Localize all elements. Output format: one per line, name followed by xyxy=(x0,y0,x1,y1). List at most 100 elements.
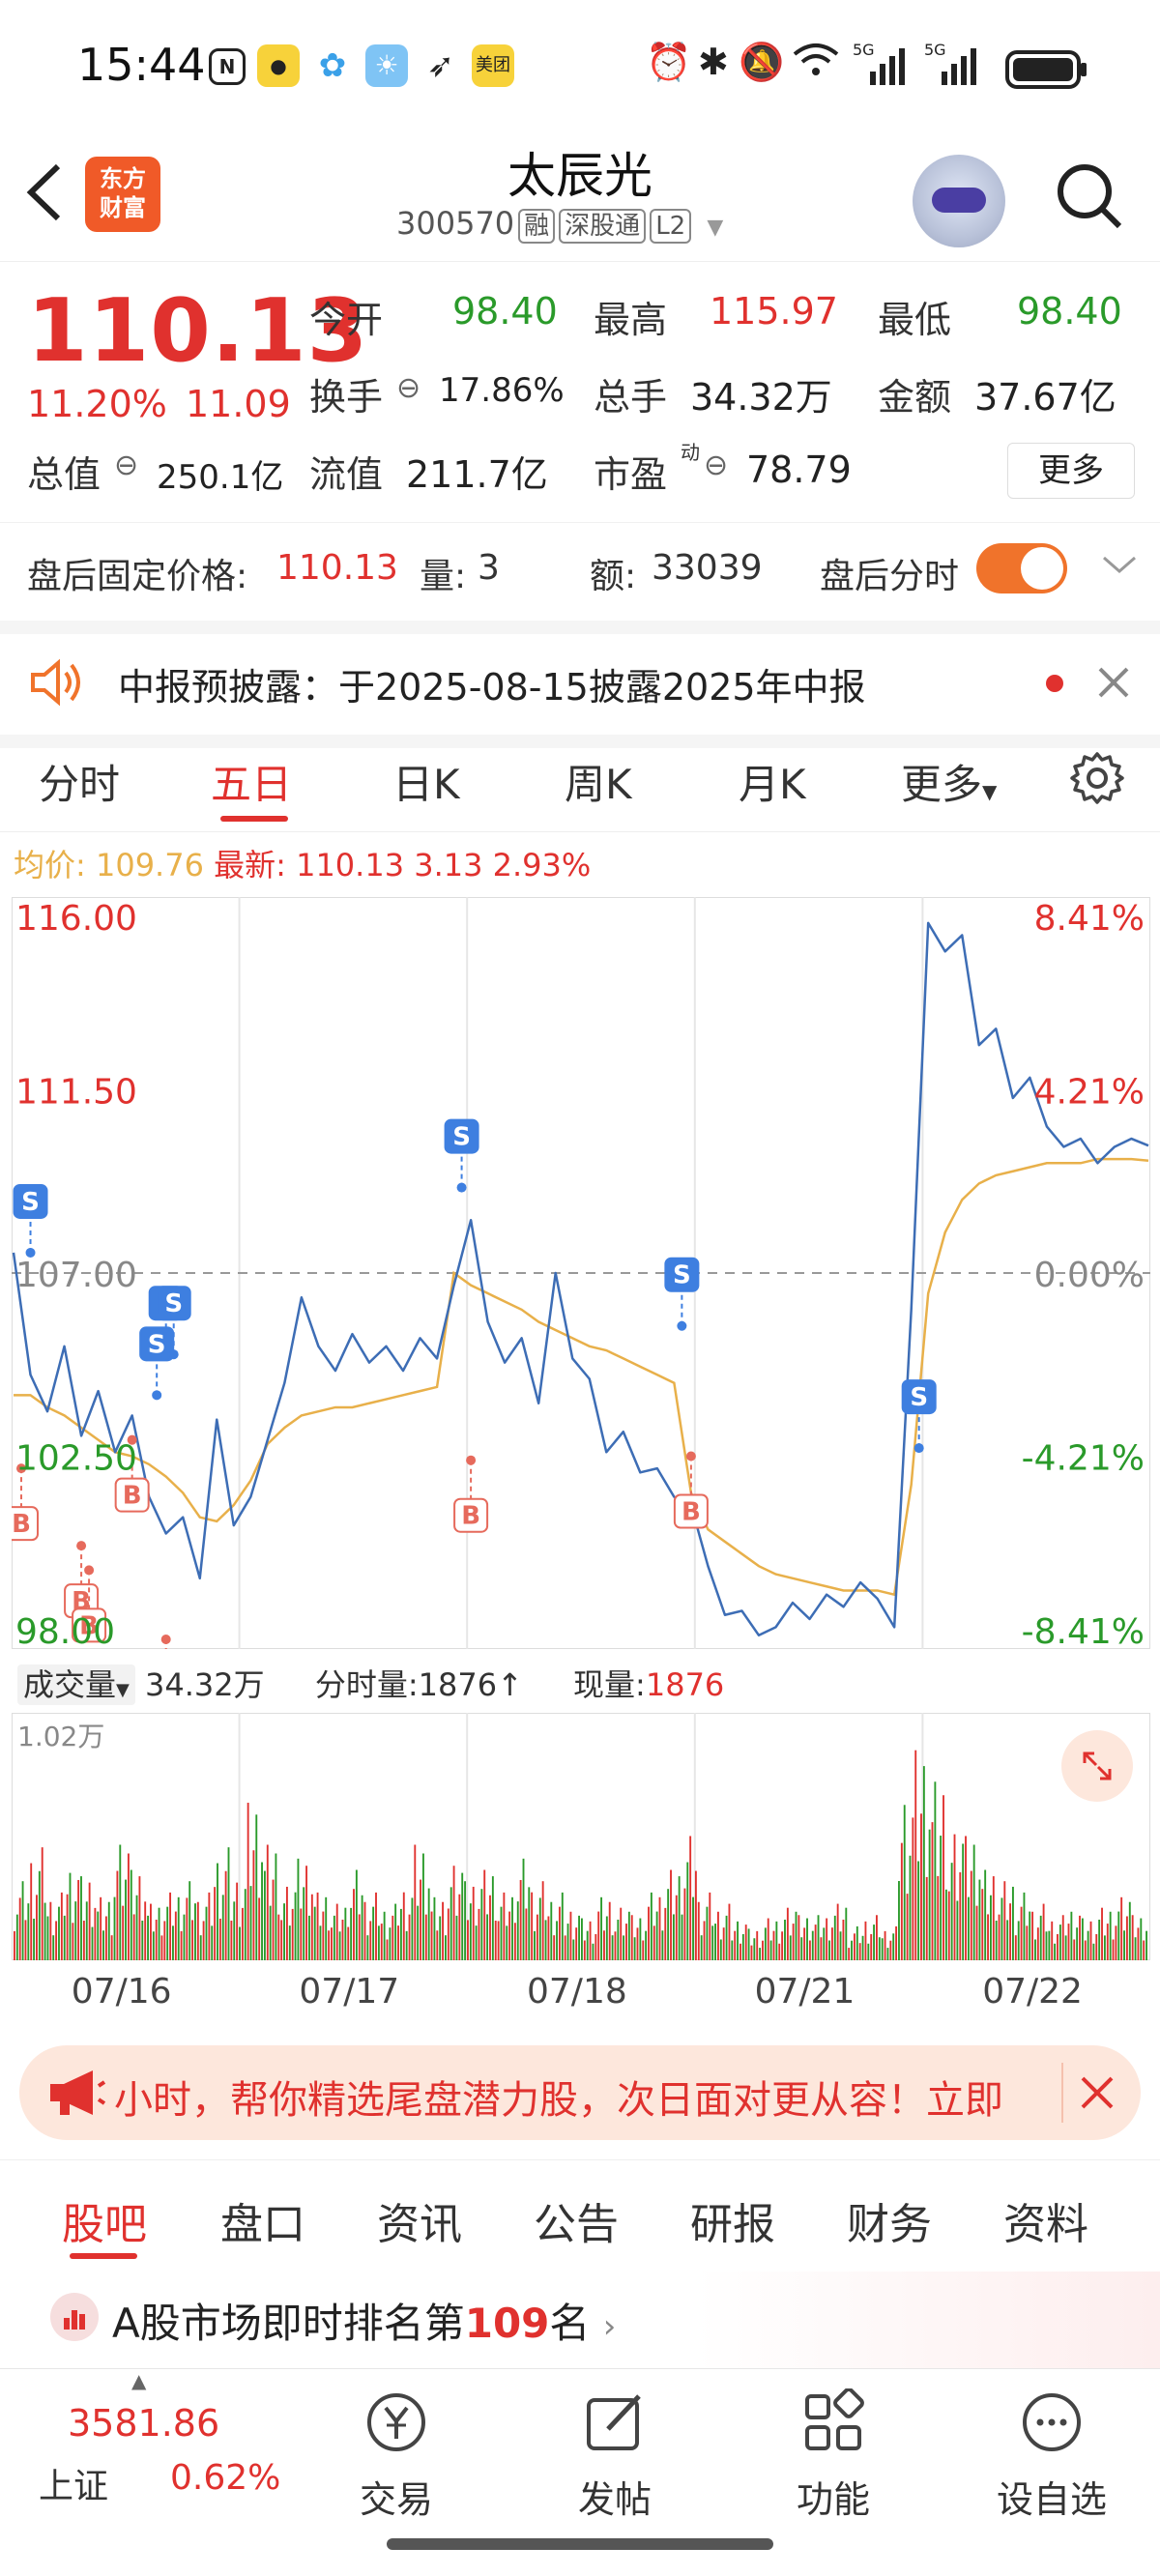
after-hours-toggle[interactable] xyxy=(976,543,1067,593)
stock-subtitle[interactable]: 300570 融深股通 L2 ▼ xyxy=(396,205,723,244)
volume-bar xyxy=(603,1930,605,1960)
volume-bar xyxy=(898,1881,900,1960)
volume-bar xyxy=(27,1903,30,1960)
nav-trade[interactable]: 交易 xyxy=(319,2388,474,2523)
volume-bar xyxy=(747,1928,750,1960)
tab-finance[interactable]: 财务 xyxy=(847,2189,932,2251)
volume-bar xyxy=(191,1920,194,1960)
tab-intraday[interactable]: 分时 xyxy=(39,752,120,811)
volume-bar xyxy=(85,1901,88,1960)
close-icon[interactable] xyxy=(1094,663,1133,706)
nav-functions[interactable]: 功能 xyxy=(756,2388,911,2523)
volume-bar xyxy=(63,1915,66,1960)
index-ticker[interactable]: 3581.86 上证 0.62% xyxy=(19,2375,280,2520)
volume-bar xyxy=(272,1879,275,1960)
float-label: 流值 xyxy=(309,453,384,496)
volume-bar xyxy=(285,1886,288,1960)
volume-bar xyxy=(689,1836,692,1960)
info-icon[interactable]: ⊖ xyxy=(396,371,420,405)
volume-bar xyxy=(236,1882,239,1960)
volume-bar xyxy=(186,1897,188,1960)
volume-bar xyxy=(842,1919,845,1960)
volume-bar xyxy=(1117,1911,1120,1960)
volume-bar xyxy=(600,1896,603,1960)
tab-daily-k[interactable]: 日K xyxy=(392,752,460,811)
volume-bar xyxy=(1079,1915,1081,1960)
volume-bar xyxy=(1009,1903,1012,1960)
volume-bar xyxy=(764,1927,767,1960)
y-axis-right-label: 4.21% xyxy=(1034,1073,1145,1113)
volume-bar xyxy=(1070,1911,1073,1960)
mktcap-label: 总值 xyxy=(27,453,102,496)
volume-bar xyxy=(706,1906,709,1960)
volume-bar xyxy=(328,1930,331,1960)
tab-announcements[interactable]: 公告 xyxy=(534,2189,619,2251)
volume-bar xyxy=(645,1930,648,1960)
volume-bar xyxy=(21,1881,24,1960)
assistant-robot-avatar[interactable] xyxy=(913,155,1005,247)
volume-bar xyxy=(489,1895,491,1960)
more-button[interactable]: 更多 xyxy=(1007,443,1135,499)
rank-prefix: A股市场即时排名第 xyxy=(112,2300,465,2347)
tab-more[interactable]: 更多▼ xyxy=(901,752,997,811)
volume-bar xyxy=(60,1892,63,1960)
volume-bar xyxy=(786,1907,789,1960)
nav-watchlist[interactable]: 设自选 xyxy=(974,2388,1129,2523)
tab-order-book[interactable]: 盘口 xyxy=(220,2189,305,2251)
tab-weekly-k[interactable]: 周K xyxy=(565,752,632,811)
notice-bar[interactable]: 中报预披露：于2025-08-15披露2025年中报 xyxy=(0,621,1160,748)
market-rank-row[interactable]: A股市场即时排名第109名 › xyxy=(0,2272,1160,2368)
volume-bar xyxy=(338,1931,341,1960)
volume-bar xyxy=(531,1892,534,1960)
index-value: 3581.86 xyxy=(68,2402,220,2445)
expand-chart-button[interactable] xyxy=(1061,1730,1133,1802)
volume-bar xyxy=(88,1882,91,1960)
settings-gear-icon[interactable] xyxy=(1069,750,1125,810)
tab-five-day[interactable]: 五日 xyxy=(211,752,292,811)
volume-bar xyxy=(864,1921,867,1960)
chevron-down-icon[interactable] xyxy=(1100,550,1139,583)
volume-bar xyxy=(781,1931,784,1960)
sell-marker-label: S xyxy=(673,1261,691,1290)
change-amt: 11.09 xyxy=(186,383,291,425)
volume-bar xyxy=(297,1858,300,1960)
wifi-icon xyxy=(791,41,841,88)
info-icon[interactable]: ⊖ xyxy=(114,449,138,482)
close-icon[interactable] xyxy=(1077,2072,1117,2117)
volume-bar xyxy=(1012,1886,1014,1960)
tab-monthly-k[interactable]: 月K xyxy=(739,752,806,811)
volume-bar xyxy=(1076,1927,1079,1960)
volume-bar xyxy=(981,1889,984,1960)
volume-bar xyxy=(581,1918,583,1960)
info-icon[interactable]: ⊖ xyxy=(704,449,728,482)
volume-bar xyxy=(202,1921,205,1960)
now-vol-value: 1876 xyxy=(645,1666,725,1703)
volume-bar xyxy=(1089,1921,1092,1960)
tab-forum[interactable]: 股吧 xyxy=(62,2189,147,2251)
volume-chart[interactable]: 1.02万 xyxy=(12,1713,1150,1960)
stock-header: 东方 财富 太辰光 300570 融深股通 L2 ▼ xyxy=(0,135,1160,262)
volume-bar xyxy=(784,1919,786,1960)
turnover-label: 换手 xyxy=(309,376,384,419)
volume-bar xyxy=(648,1906,650,1960)
tab-profile[interactable]: 资料 xyxy=(1003,2189,1088,2251)
search-button[interactable] xyxy=(1054,160,1122,229)
volume-bar xyxy=(625,1924,627,1960)
promo-banner[interactable]: 小时，帮你精选尾盘潜力股，次日面对更从容！立即 xyxy=(19,2045,1141,2140)
volume-bar xyxy=(772,1930,775,1960)
volume-bar xyxy=(978,1879,981,1960)
volume-bar xyxy=(853,1933,856,1960)
after-toggle-label: 盘后分时 xyxy=(820,557,960,596)
volume-bar xyxy=(147,1915,149,1960)
volume-bar xyxy=(1073,1939,1076,1960)
volume-indicator-select[interactable]: 成交量▼ xyxy=(17,1664,135,1705)
volume-bar xyxy=(366,1935,369,1960)
trade-marker-dot xyxy=(152,1390,162,1401)
nav-post[interactable]: 发帖 xyxy=(537,2388,692,2523)
signal-5g-icon: 5G xyxy=(924,41,982,91)
latest-label: 最新: xyxy=(214,847,286,883)
five-day-price-chart[interactable]: SBBBBSSSBSBSBS116.008.41%111.504.21%107.… xyxy=(12,897,1150,1649)
tab-news[interactable]: 资讯 xyxy=(377,2189,462,2251)
volume-bar xyxy=(830,1927,833,1960)
tab-research[interactable]: 研报 xyxy=(690,2189,775,2251)
